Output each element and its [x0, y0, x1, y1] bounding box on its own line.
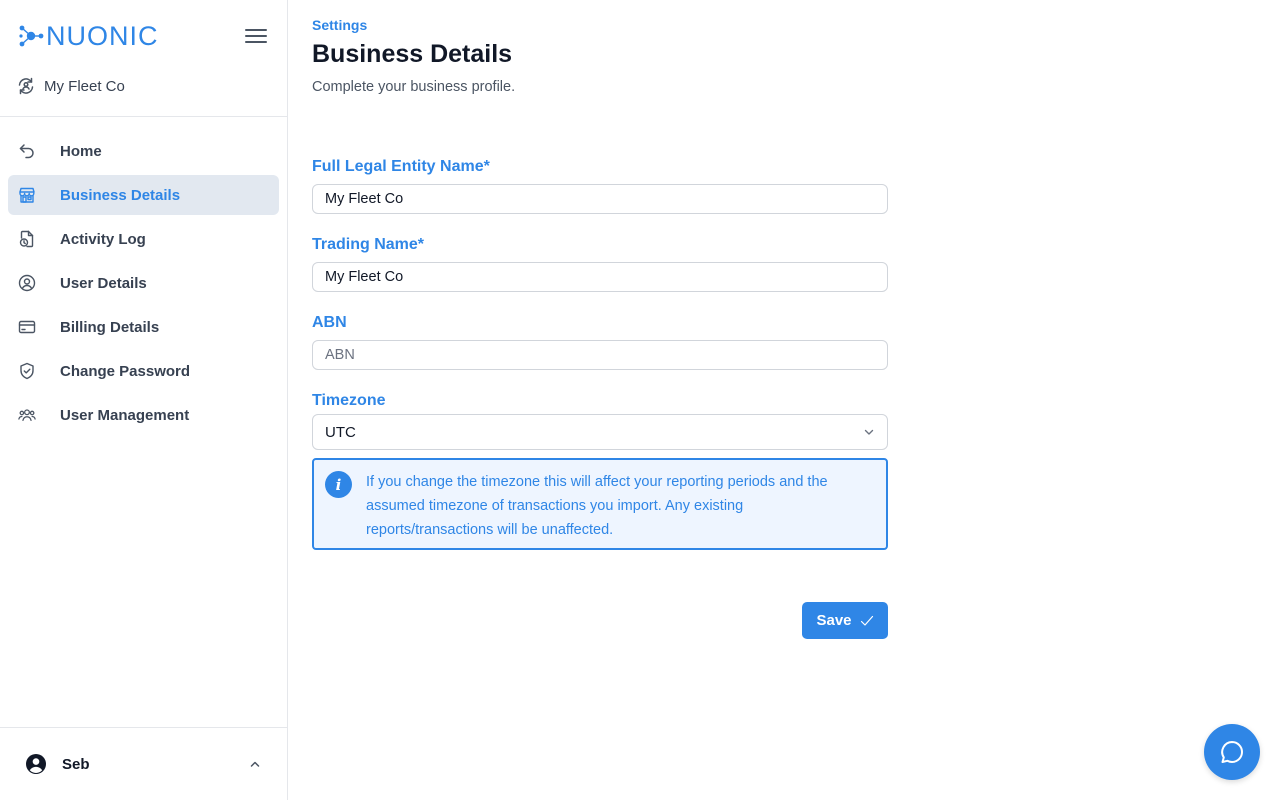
- menu-toggle-button[interactable]: [245, 25, 267, 47]
- undo-arrow-icon: [18, 142, 36, 160]
- sidebar: NUONIC My Fleet Co Home Business Details…: [0, 0, 288, 800]
- save-button[interactable]: Save: [802, 602, 888, 639]
- user-avatar-icon: [26, 754, 46, 774]
- shield-check-icon: [18, 362, 36, 380]
- credit-card-icon: [18, 318, 36, 336]
- save-button-label: Save: [816, 612, 852, 629]
- timezone-select-value: UTC: [325, 423, 356, 441]
- user-name: Seb: [62, 755, 90, 773]
- logo-row: NUONIC: [18, 18, 269, 54]
- organisation-name: My Fleet Co: [44, 77, 125, 95]
- trading-name-label: Trading Name*: [312, 236, 425, 253]
- page-title: Business Details: [312, 40, 513, 68]
- sidebar-footer-divider: [0, 727, 287, 728]
- sidebar-item-change-password[interactable]: Change Password: [8, 351, 279, 391]
- sidebar-item-business-details[interactable]: Business Details: [8, 175, 279, 215]
- breadcrumb[interactable]: Settings: [312, 17, 367, 33]
- hamburger-icon-line: [245, 41, 267, 43]
- sidebar-item-label: User Management: [60, 406, 190, 424]
- chevron-down-icon: [864, 429, 874, 435]
- document-clock-icon: [18, 230, 36, 248]
- sidebar-nav: Home Business Details Activity Log User …: [8, 131, 279, 439]
- sidebar-item-label: Change Password: [60, 362, 191, 380]
- sidebar-item-label: Business Details: [60, 186, 181, 204]
- info-icon: i: [325, 471, 352, 498]
- checkmark-icon: [860, 615, 873, 626]
- timezone-info-text: If you change the timezone this will aff…: [366, 474, 828, 538]
- legal-name-label: Full Legal Entity Name*: [312, 158, 490, 175]
- timezone-select[interactable]: UTC: [312, 414, 888, 450]
- user-menu[interactable]: Seb: [26, 750, 261, 778]
- timezone-info-alert: i If you change the timezone this will a…: [312, 458, 888, 550]
- page-subtitle: Complete your business profile.: [312, 79, 516, 95]
- organisation-switcher[interactable]: My Fleet Co: [16, 76, 125, 96]
- users-icon: [18, 406, 36, 424]
- sidebar-item-label: Billing Details: [60, 318, 160, 336]
- hamburger-icon-line: [245, 35, 267, 37]
- logo-text: NUONIC: [46, 20, 159, 51]
- hamburger-icon: [245, 29, 267, 31]
- sidebar-item-label: Home: [60, 142, 102, 160]
- trading-name-input[interactable]: [312, 262, 888, 292]
- sidebar-item-label: User Details: [60, 274, 147, 292]
- logo-molecule-icon: [19, 25, 44, 47]
- abn-input[interactable]: [312, 340, 888, 370]
- user-info: Seb: [26, 754, 90, 774]
- sidebar-item-home[interactable]: Home: [8, 131, 279, 171]
- sidebar-item-label: Activity Log: [60, 230, 146, 248]
- chat-support-button[interactable]: [1204, 724, 1260, 780]
- timezone-label: Timezone: [312, 392, 386, 409]
- switch-org-icon: [18, 77, 34, 95]
- sidebar-item-activity-log[interactable]: Activity Log: [8, 219, 279, 259]
- sidebar-item-user-details[interactable]: User Details: [8, 263, 279, 303]
- sidebar-divider: [0, 116, 287, 117]
- chat-bubble-icon: [1221, 741, 1243, 763]
- storefront-icon: [18, 186, 36, 204]
- abn-label: ABN: [312, 314, 347, 331]
- user-circle-icon: [18, 274, 36, 292]
- sidebar-item-user-management[interactable]: User Management: [8, 395, 279, 435]
- sidebar-item-billing-details[interactable]: Billing Details: [8, 307, 279, 347]
- legal-name-input[interactable]: [312, 184, 888, 214]
- chevron-up-icon[interactable]: [249, 758, 261, 770]
- logo[interactable]: NUONIC: [18, 21, 159, 52]
